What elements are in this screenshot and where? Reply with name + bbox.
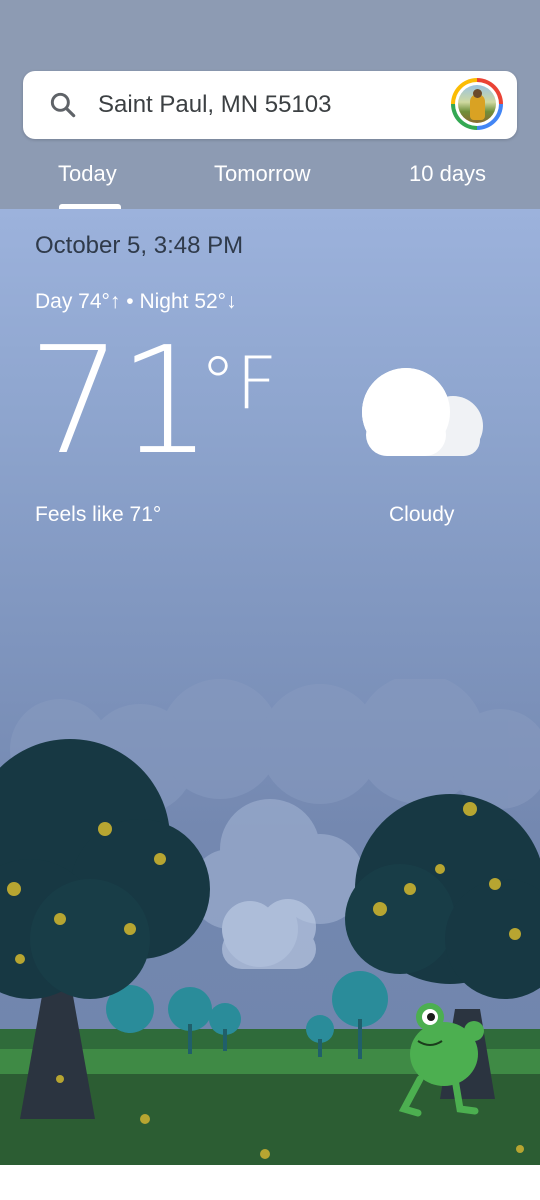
- avatar[interactable]: [451, 78, 503, 130]
- current-temperature: 71: [28, 315, 212, 487]
- day-night-temps: Day 74°↑ • Night 52°↓: [35, 290, 237, 313]
- bottom-strip: [0, 1165, 540, 1200]
- tab-10-days[interactable]: 10 days: [409, 161, 486, 187]
- weather-illustration: [0, 679, 540, 1165]
- avatar-photo: [458, 85, 496, 123]
- condition-label: Cloudy: [389, 503, 455, 526]
- avatar-head-shape: [473, 89, 482, 98]
- temperature-unit[interactable]: °F: [200, 341, 277, 425]
- search-icon[interactable]: [47, 89, 79, 121]
- date-time: October 5, 3:48 PM: [35, 232, 244, 259]
- feels-like: Feels like 71°: [35, 503, 162, 526]
- search-location-text[interactable]: Saint Paul, MN 55103: [98, 91, 331, 119]
- weather-panel: October 5, 3:48 PM Day 74°↑ • Night 52°↓…: [0, 209, 540, 1165]
- tab-today[interactable]: Today: [58, 161, 117, 187]
- search-bar[interactable]: Saint Paul, MN 55103: [23, 71, 517, 139]
- cloud-icon: [362, 368, 483, 456]
- tab-bar: Today Tomorrow 10 days: [0, 150, 540, 209]
- tab-tomorrow[interactable]: Tomorrow: [214, 161, 311, 187]
